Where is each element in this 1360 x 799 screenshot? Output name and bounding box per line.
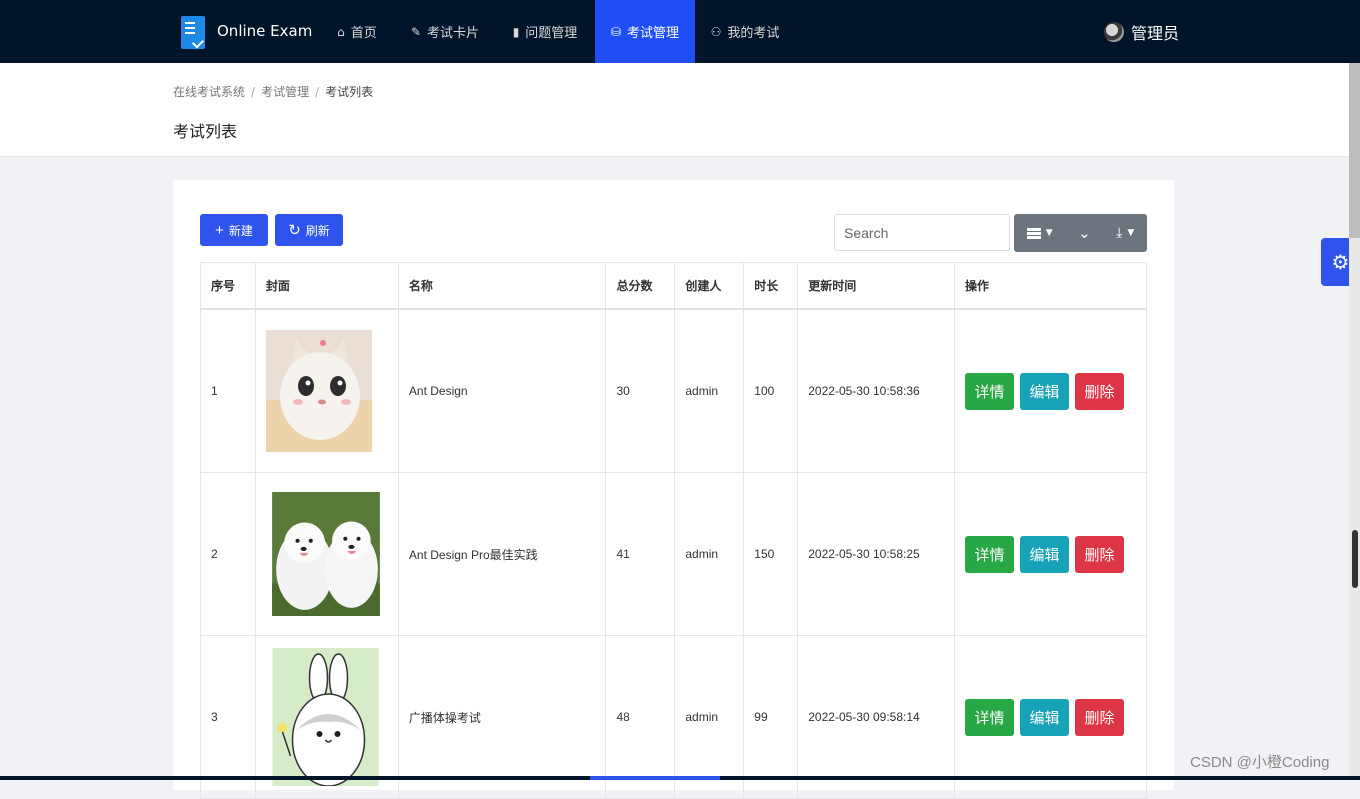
database-icon: ⛁ [610, 24, 622, 39]
cell-score: 41 [605, 472, 676, 636]
nav-item-my-exams[interactable]: ⚇ 我的考试 [700, 0, 790, 63]
cell-actions: 详情 编辑 删除 [953, 635, 1148, 799]
cell-name: Ant Design Pro最佳实践 [397, 472, 607, 636]
detail-button[interactable]: 详情 [964, 698, 1014, 736]
bottom-bar [0, 776, 1360, 780]
user-name: 管理员 [1131, 24, 1180, 43]
cell-index: 2 [200, 472, 256, 636]
delete-button[interactable]: 删除 [1074, 698, 1124, 736]
nav-label: 首页 [350, 26, 377, 41]
export-button[interactable]: ⤓ ▼ [1116, 225, 1134, 241]
search-input[interactable] [834, 214, 1010, 251]
watermark: CSDN @小橙Coding [1190, 754, 1330, 771]
table-row: 2 Ant Design Pro最佳实践 41 admin 150 2022-0… [200, 472, 1148, 636]
column-header-score[interactable]: 总分数 [605, 262, 676, 310]
nav-label: 考试管理 [627, 26, 680, 41]
cell-duration: 150 [743, 472, 799, 636]
user-menu[interactable]: 管理员 [1104, 20, 1179, 44]
detail-button[interactable]: 详情 [964, 372, 1014, 410]
cell-duration: 100 [743, 308, 799, 473]
cell-score: 30 [605, 308, 676, 473]
refresh-icon: ↻ [288, 222, 301, 239]
cell-score: 48 [605, 635, 676, 799]
brand-name: Online Exam [217, 22, 313, 40]
scroll-indicator [1352, 530, 1358, 588]
book-icon: ▮ [512, 24, 520, 39]
breadcrumb-current: 考试列表 [325, 85, 374, 99]
column-header-index[interactable]: 序号 [200, 262, 256, 310]
cell-duration: 99 [743, 635, 799, 799]
delete-button[interactable]: 删除 [1074, 535, 1124, 573]
page-title: 考试列表 [173, 122, 238, 141]
cell-creator: admin [674, 635, 745, 799]
nav-label: 考试卡片 [427, 26, 480, 41]
download-icon: ⤓ [1116, 225, 1123, 241]
caret-down-icon: ▼ [1045, 228, 1053, 238]
refresh-button[interactable]: ↻ 刷新 [275, 214, 343, 246]
table-row: 1 Ant Design 30 admin 100 2022-05-30 10:… [200, 308, 1148, 473]
chevron-down-icon: ⌄ [1078, 224, 1091, 242]
cell-updated: 2022-05-30 10:58:36 [797, 308, 955, 473]
column-header-cover[interactable]: 封面 [254, 262, 399, 310]
edit-button[interactable]: 编辑 [1019, 698, 1069, 736]
nav-label: 我的考试 [727, 26, 780, 41]
new-button-label: 新建 [228, 223, 253, 238]
table-tools-group: ▼ ⌄ ⤓ ▼ [1014, 214, 1147, 252]
avatar [1104, 22, 1124, 42]
column-header-duration[interactable]: 时长 [743, 262, 799, 310]
gear-icon: ⚙ [1331, 250, 1350, 274]
nav-item-exam-management[interactable]: ⛁ 考试管理 [595, 0, 695, 63]
cell-index: 1 [200, 308, 256, 473]
top-navigation: Online Exam ⌂ 首页 ✎ 考试卡片 ▮ 问题管理 ⛁ 考试管理 ⚇ … [0, 0, 1360, 63]
table-header-row: 序号 封面 名称 总分数 创建人 时长 更新时间 操作 [200, 262, 1148, 310]
dogs-cover-image [272, 492, 380, 616]
page-header: 在线考试系统 / 考试管理 / 考试列表 考试列表 [0, 63, 1349, 157]
rocket-icon: ✎ [410, 24, 422, 39]
column-header-creator[interactable]: 创建人 [674, 262, 745, 310]
cell-updated: 2022-05-30 09:58:14 [797, 635, 955, 799]
breadcrumb-link-system[interactable]: 在线考试系统 [173, 85, 245, 99]
cell-cover [254, 472, 399, 636]
refresh-button-label: 刷新 [305, 223, 330, 238]
cell-cover [254, 635, 399, 799]
detail-button[interactable]: 详情 [964, 535, 1014, 573]
user-icon: ⚇ [710, 24, 722, 39]
cell-index: 3 [200, 635, 256, 799]
delete-button[interactable]: 删除 [1074, 372, 1124, 410]
exam-logo-icon [181, 16, 205, 49]
home-icon: ⌂ [337, 24, 345, 39]
column-header-updated[interactable]: 更新时间 [797, 262, 955, 310]
new-button[interactable]: + 新建 [200, 214, 268, 246]
grid-icon [1026, 227, 1041, 239]
expand-toggle-button[interactable]: ⌄ [1078, 224, 1091, 242]
column-header-actions: 操作 [953, 262, 1148, 310]
nav-item-home[interactable]: ⌂ 首页 [322, 0, 392, 63]
breadcrumb: 在线考试系统 / 考试管理 / 考试列表 [173, 85, 374, 99]
cell-updated: 2022-05-30 10:58:25 [797, 472, 955, 636]
nav-item-question-management[interactable]: ▮ 问题管理 [498, 0, 592, 63]
page-scrollbar-thumb[interactable] [1349, 63, 1360, 238]
nav-label: 问题管理 [525, 26, 578, 41]
column-header-name[interactable]: 名称 [397, 262, 607, 310]
plus-icon: + [215, 221, 224, 239]
cell-creator: admin [674, 308, 745, 473]
cat-cover-image [265, 330, 372, 452]
cell-creator: admin [674, 472, 745, 636]
cell-actions: 详情 编辑 删除 [953, 472, 1148, 636]
columns-toggle-button[interactable]: ▼ [1026, 227, 1053, 239]
rabbit-cover-image [272, 648, 379, 786]
cell-name: 广播体操考试 [397, 635, 607, 799]
exam-table: 序号 封面 名称 总分数 创建人 时长 更新时间 操作 1 Ant Design… [200, 262, 1148, 799]
cell-cover [254, 308, 399, 473]
table-row: 3 广播体操考试 48 admin 99 2022-05-30 09:58:14… [200, 635, 1148, 799]
edit-button[interactable]: 编辑 [1019, 535, 1069, 573]
breadcrumb-link-exam-management[interactable]: 考试管理 [261, 85, 309, 99]
edit-button[interactable]: 编辑 [1019, 372, 1069, 410]
cell-name: Ant Design [397, 308, 607, 473]
nav-item-exam-cards[interactable]: ✎ 考试卡片 [398, 0, 492, 63]
caret-down-icon: ▼ [1127, 228, 1135, 238]
cell-actions: 详情 编辑 删除 [953, 308, 1148, 473]
